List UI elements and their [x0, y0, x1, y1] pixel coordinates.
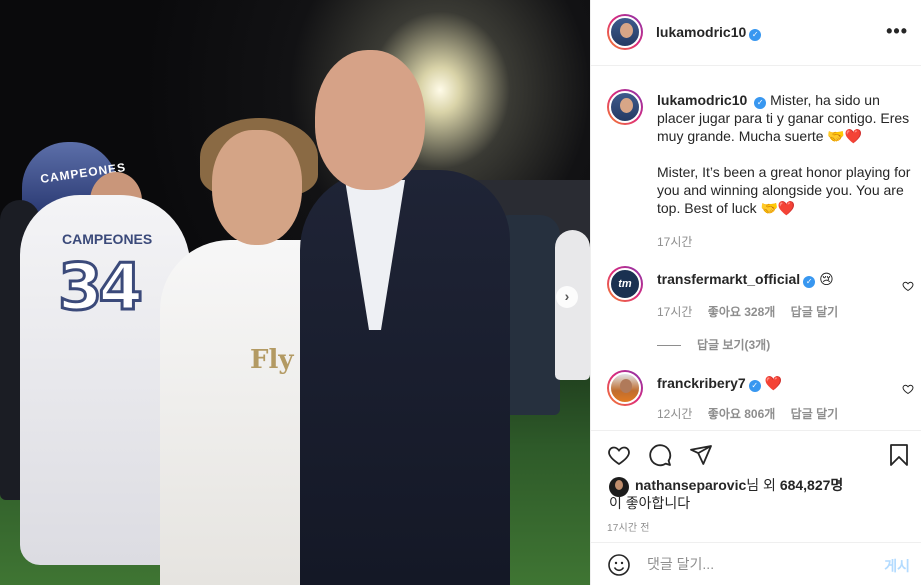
liker-username[interactable]: nathanseparovic	[635, 477, 746, 493]
caption-avatar[interactable]	[607, 89, 643, 125]
likes-summary[interactable]: nathanseparovic님 외 684,827명	[635, 476, 843, 494]
zidane-head	[315, 50, 425, 190]
comment-text: ❤️	[764, 375, 783, 391]
comment-avatar[interactable]	[607, 370, 643, 406]
view-replies-button[interactable]: 답글 보기(3개)	[657, 336, 770, 353]
reply-button[interactable]: 답글 달기	[791, 407, 839, 421]
bookmark-icon[interactable]	[887, 443, 911, 467]
verified-badge-icon: ✓	[803, 276, 816, 288]
comment-item: transfermarkt_official ✓ 😢	[657, 271, 834, 288]
comment-likes[interactable]: 좋아요 806개	[708, 407, 776, 421]
post-actions: nathanseparovic님 외 684,827명 이 좋아합니다 17시간…	[591, 430, 921, 542]
caption: lukamodric10 ✓ Mister, ha sido un placer …	[657, 91, 913, 251]
comment-like-heart-icon[interactable]	[902, 383, 914, 395]
comment-text: 😢	[819, 271, 834, 287]
jersey-name: CAMPEONES	[62, 231, 153, 247]
likes-suffix: 이 좋아합니다	[609, 495, 691, 511]
comment-like-heart-icon[interactable]	[902, 280, 914, 292]
more-options-icon[interactable]: •••	[886, 22, 908, 40]
comment-input[interactable]	[647, 553, 867, 575]
jersey-number: 34	[56, 250, 144, 327]
comment-avatar[interactable]: tm	[607, 266, 643, 302]
add-comment-bar: 게시	[591, 542, 921, 585]
reply-button[interactable]: 답글 달기	[791, 305, 839, 319]
caption-text-en: Mister, It’s been a great honor playing …	[657, 164, 911, 216]
post-timestamp[interactable]: 17시간 전	[607, 519, 650, 534]
modric-head	[212, 130, 302, 245]
comment-time[interactable]: 12시간	[657, 407, 692, 421]
verified-badge-icon: ✓	[754, 97, 767, 109]
verified-badge-icon: ✓	[748, 380, 761, 392]
verified-badge-icon: ✓	[749, 29, 762, 41]
post-comment-button[interactable]: 게시	[884, 556, 910, 576]
post-header: lukamodric10 ✓ •••	[591, 0, 921, 66]
caption-username[interactable]: lukamodric10	[657, 92, 747, 108]
comment-time[interactable]: 17시간	[657, 305, 692, 319]
author-username[interactable]: lukamodric10	[656, 24, 746, 40]
author-name[interactable]: lukamodric10 ✓	[656, 24, 762, 41]
comment-username[interactable]: transfermarkt_official	[657, 271, 800, 287]
comment-likes[interactable]: 좋아요 328개	[708, 305, 776, 319]
comment-username[interactable]: franckribery7	[657, 375, 746, 391]
author-avatar[interactable]	[607, 14, 643, 50]
comment-icon[interactable]	[648, 443, 672, 467]
post-photo[interactable]: CAMPEONES CAMPEONES 34 Fly ›	[0, 0, 590, 585]
shirt-sponsor: Fly	[250, 345, 294, 375]
heart-icon[interactable]	[607, 443, 631, 467]
comment-meta: 17시간 좋아요 328개 답글 달기	[657, 303, 850, 320]
comment-meta: 12시간 좋아요 806개 답글 달기	[657, 405, 850, 422]
zidane-suit	[300, 170, 510, 585]
comments-list[interactable]: lukamodric10 ✓ Mister, ha sido un placer …	[591, 67, 921, 429]
like-count[interactable]: 684,827명	[780, 477, 844, 493]
emoji-icon[interactable]	[607, 553, 631, 577]
next-photo-button[interactable]: ›	[556, 286, 578, 308]
share-icon[interactable]	[689, 443, 713, 467]
caption-time[interactable]: 17시간	[657, 235, 692, 249]
comment-item: franckribery7 ✓ ❤️	[657, 375, 782, 392]
post-details-pane: lukamodric10 ✓ ••• lukamodric10 ✓ Mister, …	[590, 0, 921, 585]
